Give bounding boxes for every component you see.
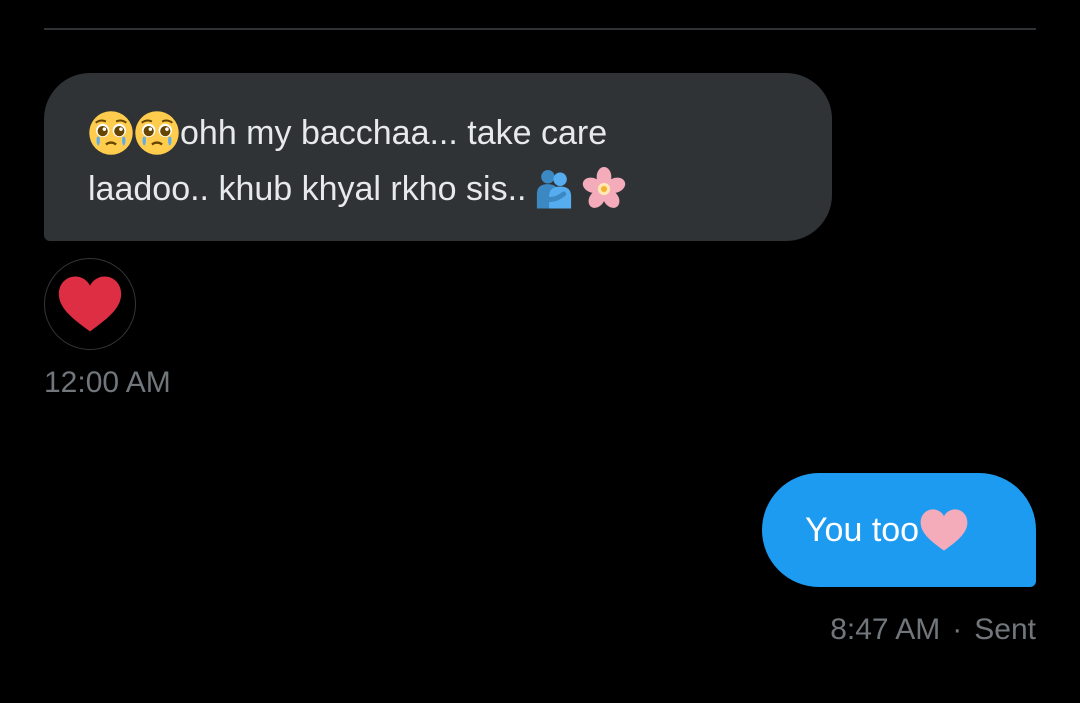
people-hugging-emoji-icon <box>537 170 572 209</box>
sent-message-text: You too <box>805 510 920 549</box>
meta-separator: · <box>952 613 963 646</box>
red-heart-icon <box>58 276 122 332</box>
received-message-bubble[interactable]: ohh my bacchaa... take care laadoo.. khu… <box>44 73 832 241</box>
received-message-timestamp: 12:00 AM <box>44 366 171 399</box>
received-message-text-line-2: laadoo.. khub khyal rkho sis.. <box>88 170 527 208</box>
pleading-face-emoji-icon <box>135 111 179 155</box>
pink-heart-icon <box>920 509 968 551</box>
received-message-text-line-1: ohh my bacchaa... take care <box>180 114 608 152</box>
top-divider <box>44 28 1036 30</box>
pleading-face-emoji-icon <box>89 111 133 155</box>
received-message-line-2: laadoo.. khub khyal rkho sis.. <box>88 161 792 217</box>
sent-message-meta: 8:47 AM · Sent <box>830 613 1036 647</box>
received-message-line-1: ohh my bacchaa... take care <box>88 105 792 161</box>
heart-reaction-badge[interactable] <box>44 258 136 350</box>
cherry-blossom-emoji-icon <box>583 167 626 208</box>
sent-status: Sent <box>974 613 1036 646</box>
sent-message-bubble[interactable]: You too <box>762 473 1036 587</box>
sent-message-timestamp: 8:47 AM <box>830 613 941 646</box>
